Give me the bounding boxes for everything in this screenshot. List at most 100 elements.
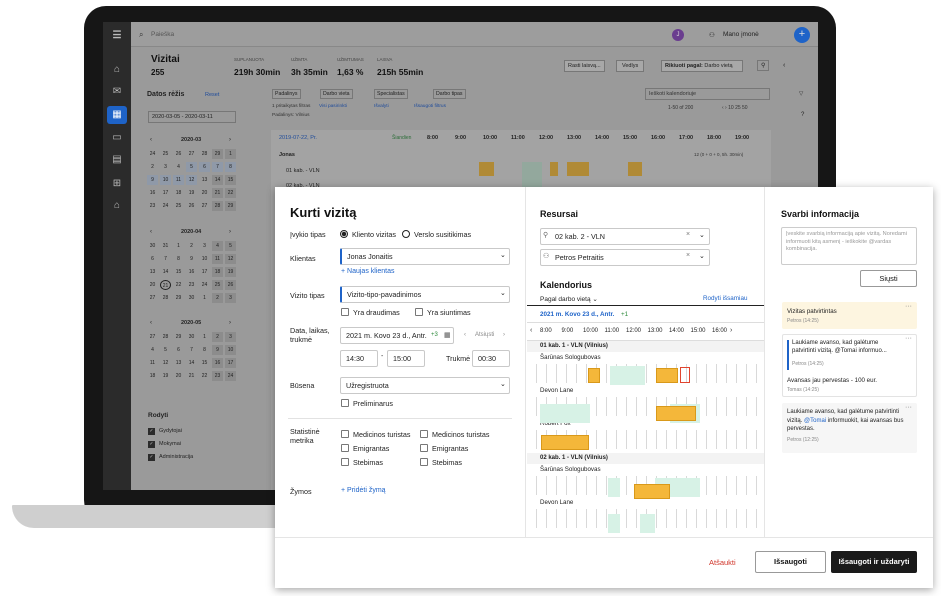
calendar-day[interactable]: 17 [199,267,210,277]
stats-checkbox[interactable] [420,458,428,466]
calendar-day[interactable]: 24 [147,149,158,159]
calendar-day[interactable]: 3 [160,162,171,172]
calendar-day[interactable]: 27 [199,201,210,211]
calendar-day[interactable]: 27 [147,332,158,342]
calendar-day[interactable]: 2 [147,162,158,172]
calendar-day[interactable]: 6 [173,345,184,355]
calendar-day[interactable]: 5 [186,162,197,172]
calendar-day[interactable]: 3 [225,332,236,342]
calendar-day[interactable]: 1 [173,241,184,251]
calendar-day[interactable]: 11 [173,175,184,185]
bg-cal-today[interactable]: Šiandien [392,135,411,141]
calendar-picker-icon[interactable]: ▦ [444,331,451,339]
calendar-day[interactable]: 19 [160,371,171,381]
radio-business-meeting[interactable] [402,230,410,238]
available-slot[interactable] [608,514,620,533]
calendar-day[interactable]: 14 [186,358,197,368]
save-button[interactable]: Išsaugoti [755,551,826,573]
calendar-day[interactable]: 20 [173,371,184,381]
calendar-day[interactable]: 12 [186,175,197,185]
calendar-day[interactable]: 30 [147,241,158,251]
filter-chip[interactable]: Padalinys [272,89,301,99]
filter-chip[interactable]: Darbo tipas [433,89,466,99]
avatar[interactable]: J [672,29,684,41]
calendar-day[interactable]: 7 [160,254,171,264]
save-filters-link[interactable]: Išsaugoti filtrus [414,104,446,109]
calendar-day[interactable]: 9 [147,175,158,185]
calendar-day[interactable]: 24 [199,280,210,290]
chevron-left-icon[interactable]: ‹ [150,229,152,235]
chevron-right-icon[interactable]: › [503,332,505,338]
calendar-day[interactable]: 1 [225,149,236,159]
radio-client-visit[interactable] [340,230,348,238]
clear-icon[interactable]: × [686,231,690,238]
calendar-day[interactable]: 7 [212,162,223,172]
calendar-day[interactable]: 16 [186,267,197,277]
calendar-day[interactable]: 2 [212,293,223,303]
calendar-day[interactable]: 10 [225,345,236,355]
chevron-left-icon[interactable]: ‹ [530,327,532,334]
help-icon[interactable]: ? [801,112,804,118]
calendar-day[interactable]: 26 [186,201,197,211]
menu-icon[interactable]: ☰ [110,30,124,42]
chevron-right-icon[interactable]: › [229,320,231,326]
add-box-icon[interactable]: ⊞ [110,178,124,190]
view-saved-link[interactable]: Visi pasirinkti [319,104,347,109]
shop-icon[interactable]: ⌂ [110,200,124,212]
calendar-day[interactable]: 11 [212,254,223,264]
calendar-day[interactable]: 27 [186,149,197,159]
calendar-day[interactable]: 18 [212,267,223,277]
calendar-day[interactable]: 17 [225,358,236,368]
more-icon[interactable]: ··· [905,335,912,342]
company-name[interactable]: Mano įmonė [723,31,759,38]
find-free-button[interactable]: Rasti laisvą... [564,60,605,72]
save-close-button[interactable]: Išsaugoti ir uždaryti [831,551,917,573]
resource-2-select[interactable]: Petros Petraitis [540,249,710,266]
inbox-icon[interactable]: ✉ [110,86,124,98]
calendar-day[interactable]: 12 [160,358,171,368]
status-select[interactable]: Užregistruota [340,377,510,394]
calendar-day[interactable]: 7 [186,345,197,355]
calendar-day[interactable]: 28 [160,293,171,303]
chevron-right-icon[interactable]: › [229,229,231,235]
calendar-day[interactable]: 4 [212,241,223,251]
chevron-down-icon[interactable]: ⌄ [699,231,705,239]
calendar-day[interactable]: 22 [199,371,210,381]
calendar-day[interactable]: 5 [160,345,171,355]
calendar-day[interactable]: 13 [173,358,184,368]
booked-slot[interactable] [656,368,678,383]
chevron-left-icon[interactable]: ‹ [150,137,152,143]
calendar-day[interactable]: 25 [173,201,184,211]
calendar-day[interactable]: 6 [199,162,210,172]
calendar-day[interactable]: 4 [147,345,158,355]
sort-select[interactable]: Rikiuoti pagal: Darbo vietą [661,60,743,72]
calendar-day[interactable]: 22 [225,188,236,198]
reset-link[interactable]: Reset [205,92,219,98]
calendar-day[interactable]: 9 [186,254,197,264]
duration-input[interactable]: 00:30 [472,350,510,367]
chevron-down-icon[interactable]: ⌄ [699,252,705,260]
more-icon[interactable]: ··· [905,303,912,310]
calendar-day[interactable]: 1 [199,293,210,303]
calendar-day[interactable]: 29 [173,293,184,303]
new-client-link[interactable]: + Naujas klientas [341,268,395,275]
cancel-button[interactable]: Atšaukti [709,558,736,567]
home-icon[interactable]: ⌂ [110,64,124,76]
clear-icon[interactable]: × [686,252,690,259]
calendar-day[interactable]: 6 [147,254,158,264]
date-range-input[interactable]: 2020-03-05 - 2020-03-11 [148,111,236,123]
available-slot[interactable] [610,366,645,385]
filter-icon[interactable]: ⚲ [757,60,770,71]
calendar-day[interactable]: 25 [160,149,171,159]
calendar-day[interactable]: 13 [147,267,158,277]
calendar-day[interactable]: 23 [147,201,158,211]
calendar-day[interactable]: 13 [199,175,210,185]
available-slot[interactable] [540,404,590,423]
time-from-input[interactable]: 14:30 [340,350,378,367]
calendar-day[interactable]: 17 [160,188,171,198]
add-button[interactable]: + [794,27,810,43]
calendar-search[interactable]: Ieškoti kalendoriuje [645,88,770,100]
page-size-option[interactable]: 10 [728,105,734,111]
mention-link[interactable]: @Tomai [804,418,826,424]
calendar-day[interactable]: 15 [199,358,210,368]
